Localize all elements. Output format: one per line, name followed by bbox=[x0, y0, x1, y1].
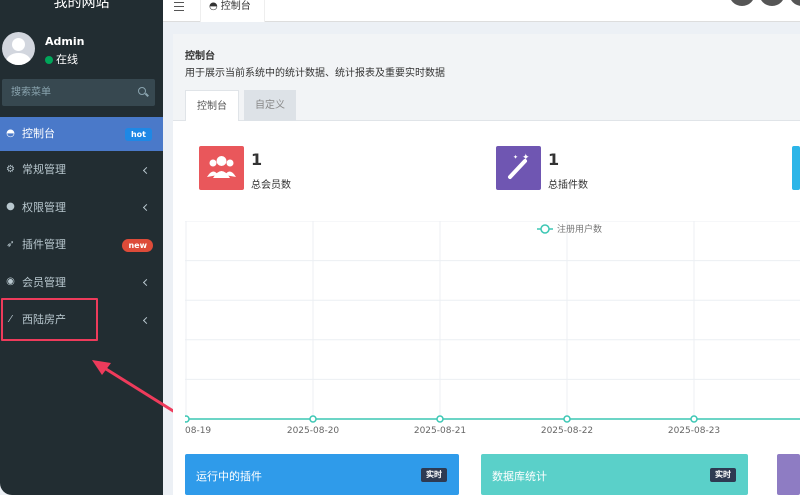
cogs-icon: ⚙ bbox=[6, 163, 15, 175]
users-icon: ● bbox=[6, 201, 15, 213]
chevron-left-icon bbox=[142, 279, 151, 287]
users-icon bbox=[199, 146, 244, 190]
avatar-button[interactable] bbox=[729, 0, 755, 6]
highlight-box bbox=[1, 298, 98, 341]
avatar[interactable] bbox=[2, 32, 35, 65]
magic-wand-icon: ✦ ✦ bbox=[496, 146, 541, 190]
hot-badge: hot bbox=[124, 128, 152, 141]
realtime-badge: 实时 bbox=[710, 468, 736, 482]
sidebar-item-plugins[interactable]: ➶ 插件管理 new bbox=[0, 226, 163, 264]
chart-svg: 注册用户数 08-19 2025-08-20 2025-08-21 2025-08-22… bbox=[182, 220, 800, 436]
online-dot-icon bbox=[45, 56, 53, 64]
tab-dashboard-content[interactable]: 控制台 bbox=[185, 90, 239, 121]
rocket-icon: ➶ bbox=[6, 238, 15, 250]
sidebar-item-dashboard[interactable]: ◓ 控制台 hot bbox=[0, 117, 163, 151]
sidebar-item-permissions[interactable]: ● 权限管理 bbox=[0, 189, 163, 227]
box-title: 数据库统计 bbox=[492, 470, 547, 483]
avatar-button[interactable] bbox=[759, 0, 785, 6]
running-plugins-box: 运行中的插件 实时 bbox=[185, 454, 459, 495]
tab-label: 控制台 bbox=[220, 1, 251, 12]
sidebar-item-label: 会员管理 bbox=[22, 275, 66, 289]
chevron-left-icon bbox=[142, 166, 151, 174]
legend-marker bbox=[540, 224, 550, 234]
sidebar-item-label: 常规管理 bbox=[22, 163, 66, 176]
data-point bbox=[563, 415, 571, 423]
data-point bbox=[690, 415, 698, 423]
search-icon[interactable] bbox=[138, 87, 146, 95]
sidebar: 我的网站 Admin 在线 ◓ 控制台 hot ⚙ 常规管理 ● 权限管理 ➶ … bbox=[0, 0, 163, 495]
data-point bbox=[436, 415, 444, 423]
panel-header: 控制台 用于展示当前系统中的统计数据、统计报表及重要实时数据 控制台 自定义 bbox=[173, 34, 800, 121]
sidebar-item-label: 插件管理 bbox=[22, 238, 66, 251]
svg-text:✦: ✦ bbox=[513, 154, 518, 161]
box-title: 运行中的插件 bbox=[196, 470, 262, 483]
stat-value: 1 bbox=[548, 150, 560, 169]
data-point bbox=[182, 415, 190, 423]
search-input[interactable] bbox=[2, 79, 127, 106]
page-description: 用于展示当前系统中的统计数据、统计报表及重要实时数据 bbox=[185, 68, 445, 79]
data-point bbox=[309, 415, 317, 423]
registered-users-chart: 注册用户数 08-19 2025-08-20 2025-08-21 2025-08-22… bbox=[182, 220, 800, 441]
menu-toggle-icon[interactable] bbox=[174, 2, 184, 11]
sidebar-item-general[interactable]: ⚙ 常规管理 bbox=[0, 151, 163, 189]
site-title[interactable]: 我的网站 bbox=[0, 0, 163, 16]
tab-custom[interactable]: 自定义 bbox=[244, 90, 296, 121]
x-tick-label: 2025-08-20 bbox=[287, 426, 340, 436]
sidebar-search bbox=[2, 79, 155, 106]
user-status-label: 在线 bbox=[56, 53, 78, 66]
stat-value: 1 bbox=[251, 150, 263, 169]
main-panel: 控制台 用于展示当前系统中的统计数据、统计报表及重要实时数据 控制台 自定义 1… bbox=[173, 34, 800, 495]
chevron-left-icon bbox=[142, 204, 151, 212]
sidebar-item-label: 权限管理 bbox=[22, 200, 66, 214]
user-name: Admin bbox=[45, 35, 85, 48]
sidebar-item-members[interactable]: ◉ 会员管理 bbox=[0, 264, 163, 302]
user-status: 在线 bbox=[45, 51, 78, 67]
stat-label: 总插件数 bbox=[548, 180, 588, 191]
avatar-button[interactable] bbox=[789, 0, 800, 6]
svg-text:✦: ✦ bbox=[522, 153, 530, 163]
realtime-badge: 实时 bbox=[421, 468, 447, 482]
box-partial bbox=[777, 454, 800, 495]
x-tick-label: 2025-08-22 bbox=[541, 426, 593, 436]
x-tick-label: 08-19 bbox=[185, 426, 211, 436]
top-bar: ◓ 控制台 bbox=[163, 0, 800, 22]
x-tick-label: 2025-08-23 bbox=[668, 426, 720, 436]
sidebar-item-label: 控制台 bbox=[22, 127, 55, 140]
user-circle-icon: ◉ bbox=[6, 276, 15, 288]
dashboard-icon: ◓ bbox=[209, 1, 218, 12]
stat-label: 总会员数 bbox=[251, 180, 291, 191]
stat-card-partial bbox=[792, 146, 800, 190]
x-tick-label: 2025-08-21 bbox=[414, 426, 466, 436]
chevron-left-icon bbox=[142, 316, 151, 324]
dashboard-icon: ◓ bbox=[6, 128, 15, 139]
legend-label: 注册用户数 bbox=[557, 223, 602, 235]
tab-dashboard[interactable]: ◓ 控制台 bbox=[200, 0, 265, 22]
user-panel: Admin 在线 bbox=[0, 30, 163, 70]
database-stats-box: 数据库统计 实时 bbox=[481, 454, 748, 495]
page-title: 控制台 bbox=[185, 51, 215, 62]
new-badge: new bbox=[122, 238, 153, 252]
